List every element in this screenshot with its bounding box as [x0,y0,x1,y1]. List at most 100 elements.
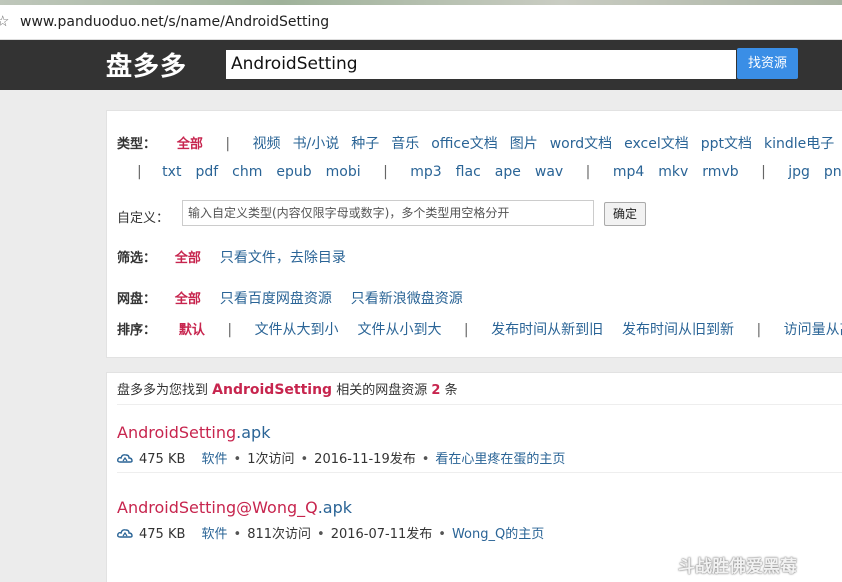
address-url[interactable]: www.panduoduo.net/s/name/AndroidSetting [20,14,329,30]
type-option[interactable]: pdf [195,164,218,180]
sort-label: 排序： [117,323,157,338]
type-option[interactable]: chm [232,164,262,180]
sort-size-asc[interactable]: 文件从小到大 [357,322,441,338]
meta-dot [191,527,195,542]
results-summary: 盘多多为您找到 AndroidSetting 相关的网盘资源 2 条 [117,379,458,398]
separator: | [137,164,142,180]
custom-label: 自定义： [117,211,170,226]
meta-dot: • [317,527,325,542]
result-name[interactable]: AndroidSetting [117,423,236,442]
result-visits: 811次访问 [247,527,312,542]
summary-keyword: AndroidSetting [212,382,333,398]
separator: | [756,322,762,338]
sort-date-asc[interactable]: 发布时间从旧到新 [622,322,734,338]
meta-dot: • [233,527,242,542]
summary-mid: 相关的网盘资源 [336,383,428,398]
type-option[interactable]: 视频 [253,136,281,152]
result-size: 475 KB [139,452,186,467]
type-option[interactable]: ppt文档 [701,136,752,152]
type-option[interactable]: word文档 [550,136,612,152]
result-category[interactable]: 软件 [202,527,228,542]
baidu-pan-icon [117,454,133,463]
result-visits: 1次访问 [247,452,295,467]
result-title[interactable]: AndroidSetting@Wong_Q.apk [117,498,352,517]
type-option[interactable]: office文档 [431,136,497,152]
meta-dot [191,452,195,467]
type-option[interactable]: mp3 [410,164,441,180]
type-option[interactable]: mobi [326,164,361,180]
separator: | [585,164,591,180]
disk-all[interactable]: 全部 [175,292,201,307]
filter-row: 筛选： 全部 只看文件，去除目录 [117,247,346,267]
weibo-icon [650,557,672,575]
meta-dot: • [300,452,309,467]
custom-type-row: 自定义： [117,207,169,226]
disk-sina-only[interactable]: 只看新浪微盘资源 [351,291,463,307]
separator: | [227,322,233,338]
disk-label: 网盘： [117,292,157,307]
bookmark-star-icon[interactable]: ☆ [0,12,9,30]
watermark: 斗战胜佛爱黑莓 [650,552,797,577]
type-row-1: 类型： 全部 | 视频 书/小说 种子 音乐 office文档 图片 word文档 excel… [117,133,842,153]
result-date: 2016-11-19发布 [314,452,416,467]
separator: | [383,164,388,180]
meta-dot: • [233,452,242,467]
type-option[interactable]: mkv [658,164,688,180]
filter-files-only[interactable]: 只看文件，去除目录 [220,250,346,266]
type-option[interactable]: excel文档 [624,136,689,152]
sort-default[interactable]: 默认 [179,323,205,338]
divider [117,404,842,405]
result-name[interactable]: AndroidSetting@Wong_Q [117,498,318,517]
result-owner[interactable]: 看在心里疼在蛋的主页 [435,452,565,467]
search-input[interactable]: AndroidSetting [226,50,736,79]
type-option[interactable]: png [824,164,842,180]
type-option[interactable]: mp4 [613,164,644,180]
results-panel: 盘多多为您找到 AndroidSetting 相关的网盘资源 2 条 Andro… [106,372,842,582]
custom-confirm-button[interactable]: 确定 [604,202,646,226]
type-option[interactable]: rmvb [702,164,738,180]
type-option[interactable]: 种子 [351,136,379,152]
filter-all[interactable]: 全部 [175,251,201,266]
result-ext[interactable]: .apk [318,498,352,517]
type-option[interactable]: txt [162,164,181,180]
type-option[interactable]: 音乐 [391,136,419,152]
result-date: 2016-07-11发布 [330,527,433,542]
separator: | [225,136,231,152]
search-button[interactable]: 找资源 [737,48,798,79]
custom-type-input[interactable]: 输入自定义类型(内容仅限字母或数字)，多个类型用空格分开 [182,200,594,226]
summary-count: 2 [431,383,441,398]
meta-dot: • [438,527,446,542]
result-meta: 475 KB 软件 • 811次访问 • 2016-07-11发布 • Wong_Q的主页 [117,523,544,542]
result-title[interactable]: AndroidSetting.apk [117,423,270,442]
separator: | [761,164,766,180]
type-option[interactable]: ape [495,164,521,180]
type-all[interactable]: 全部 [177,137,203,152]
type-option[interactable]: 图片 [510,136,538,152]
sort-visits-desc[interactable]: 访问量从高到 [784,322,842,338]
baidu-pan-icon [117,529,133,538]
disk-baidu-only[interactable]: 只看百度网盘资源 [220,291,332,307]
summary-suffix: 条 [444,383,458,398]
watermark-text: 斗战胜佛爱黑莓 [678,557,797,577]
sort-date-desc[interactable]: 发布时间从新到旧 [491,322,603,338]
filter-panel: 类型： 全部 | 视频 书/小说 种子 音乐 office文档 图片 word文档 excel… [106,110,842,358]
result-category[interactable]: 软件 [202,452,228,467]
disk-row: 网盘： 全部 只看百度网盘资源 只看新浪微盘资源 [117,288,463,308]
separator: | [463,322,469,338]
type-option[interactable]: 书/小说 [293,136,340,152]
result-ext[interactable]: .apk [236,423,270,442]
type-row-2: | txt pdf chm epub mobi | mp3 flac ape wav | mp… [137,164,842,180]
result-size: 475 KB [139,527,186,542]
site-header: 盘多多 AndroidSetting 找资源 [0,40,842,90]
sort-size-desc[interactable]: 文件从大到小 [255,322,339,338]
address-bar[interactable]: ☆ www.panduoduo.net/s/name/AndroidSettin… [0,5,842,40]
summary-prefix: 盘多多为您找到 [117,383,209,398]
filter-label: 筛选： [117,251,157,266]
result-owner[interactable]: Wong_Q的主页 [452,527,544,542]
site-logo[interactable]: 盘多多 [106,46,187,83]
type-option[interactable]: jpg [788,164,810,180]
type-option[interactable]: kindle电子 [764,136,834,152]
type-option[interactable]: wav [535,164,563,180]
type-option[interactable]: flac [456,164,481,180]
type-option[interactable]: epub [276,164,311,180]
